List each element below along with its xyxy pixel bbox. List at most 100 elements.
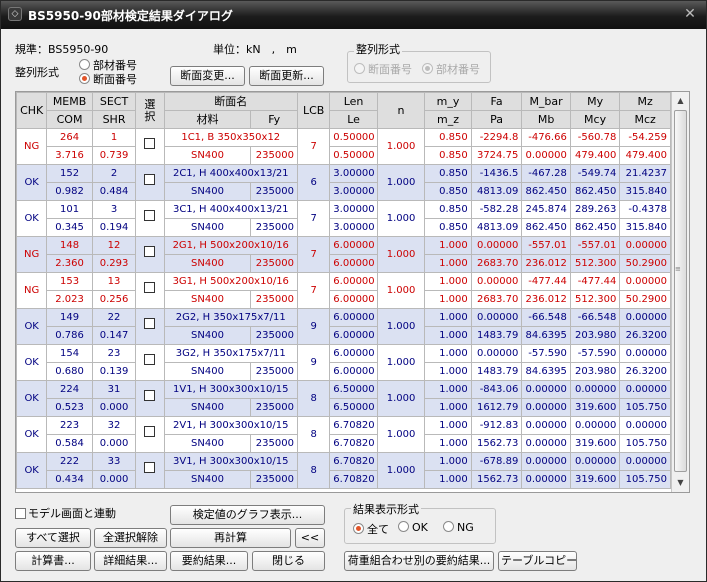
cell-com[interactable]: 3.716	[46, 146, 93, 165]
cell-sect[interactable]: 31	[91, 380, 137, 399]
cell-select[interactable]	[135, 272, 165, 309]
cell-le[interactable]: 6.70820	[329, 470, 378, 489]
link-model-checkbox[interactable]: モデル画面と連動	[15, 505, 116, 521]
cell-pa[interactable]: 2683.70	[470, 290, 523, 309]
cell-n[interactable]: 1.000	[376, 344, 426, 381]
cell-fy[interactable]: 235000	[250, 398, 298, 417]
cell-section[interactable]: 3G2, H 350x175x7/11	[163, 344, 298, 363]
header-section-name[interactable]: 断面名	[163, 92, 298, 111]
filter-ok-option[interactable]: OK	[398, 521, 428, 534]
cell-select[interactable]	[135, 128, 165, 165]
row-select-checkbox[interactable]	[144, 390, 156, 401]
cell-select[interactable]	[135, 380, 165, 417]
cell-section[interactable]: 3G1, H 500x200x10/16	[163, 272, 298, 291]
row-select-checkbox[interactable]	[144, 138, 156, 149]
cell-shr[interactable]: 0.739	[91, 146, 137, 165]
cell-m-y[interactable]: 1.000	[424, 236, 472, 255]
header-my[interactable]: My	[569, 92, 621, 111]
cell-section[interactable]: 3V1, H 300x300x10/15	[163, 452, 298, 471]
cell-lcb[interactable]: 7	[296, 272, 331, 309]
table-row[interactable]: OK 154 23 3G2, H 350x175x7/11 9 6.00000 1.000 1…	[16, 344, 671, 381]
cell-memb[interactable]: 101	[46, 200, 93, 219]
cell-chk[interactable]: OK	[16, 164, 48, 201]
cell-section[interactable]: 1V1, H 300x300x10/15	[163, 380, 298, 399]
cell-mcy[interactable]: 862.450	[569, 218, 621, 237]
header-mcz[interactable]: Mcz	[619, 110, 671, 129]
cell-lcb[interactable]: 7	[296, 200, 331, 237]
cell-shr[interactable]: 0.147	[91, 326, 137, 345]
row-select-checkbox[interactable]	[144, 354, 156, 365]
cell-mcy[interactable]: 203.980	[569, 362, 621, 381]
cell-m-y[interactable]: 1.000	[424, 380, 472, 399]
cell-m-z[interactable]: 0.850	[424, 146, 472, 165]
header-memb[interactable]: MEMB	[46, 92, 93, 111]
cell-fa[interactable]: -678.89	[470, 452, 523, 471]
cell-shr[interactable]: 0.484	[91, 182, 137, 201]
cell-lcb[interactable]: 8	[296, 380, 331, 417]
cell-mcy[interactable]: 512.300	[569, 254, 621, 273]
cell-my[interactable]: -549.74	[569, 164, 621, 183]
cell-len[interactable]: 3.00000	[329, 200, 378, 219]
cell-n[interactable]: 1.000	[376, 128, 426, 165]
cell-m-bar[interactable]: -66.548	[521, 308, 571, 327]
cell-n[interactable]: 1.000	[376, 416, 426, 453]
cell-my[interactable]: -557.01	[569, 236, 621, 255]
cell-memb[interactable]: 222	[46, 452, 93, 471]
cell-material[interactable]: SN400	[163, 326, 252, 345]
cell-len[interactable]: 6.50000	[329, 380, 378, 399]
cell-memb[interactable]: 153	[46, 272, 93, 291]
cell-n[interactable]: 1.000	[376, 272, 426, 309]
cell-mb[interactable]: 84.6395	[521, 326, 571, 345]
cell-fa[interactable]: -582.28	[470, 200, 523, 219]
cell-pa[interactable]: 1562.73	[470, 470, 523, 489]
cell-material[interactable]: SN400	[163, 218, 252, 237]
cell-mcz[interactable]: 26.3200	[619, 362, 671, 381]
cell-chk[interactable]: OK	[16, 344, 48, 381]
cell-select[interactable]	[135, 452, 165, 489]
cell-fy[interactable]: 235000	[250, 218, 298, 237]
cell-chk[interactable]: OK	[16, 416, 48, 453]
header-shr[interactable]: SHR	[91, 110, 137, 129]
cell-mcz[interactable]: 315.840	[619, 218, 671, 237]
cell-fy[interactable]: 235000	[250, 326, 298, 345]
table-row[interactable]: OK 222 33 3V1, H 300x300x10/15 8 6.70820 1.000…	[16, 452, 671, 489]
cell-fa[interactable]: -2294.8	[470, 128, 523, 147]
table-row-sub[interactable]: 0.680 0.139 SN400 235000 6.00000 1.000 1483.79…	[17, 362, 671, 381]
row-select-checkbox[interactable]	[144, 174, 156, 185]
cell-mz[interactable]: 0.00000	[619, 272, 671, 291]
cell-fa[interactable]: -1436.5	[470, 164, 523, 183]
cell-mz[interactable]: 0.00000	[619, 380, 671, 399]
header-mz[interactable]: Mz	[619, 92, 671, 111]
cell-sect[interactable]: 32	[91, 416, 137, 435]
cell-sect[interactable]: 33	[91, 452, 137, 471]
cell-len[interactable]: 6.00000	[329, 272, 378, 291]
cell-pa[interactable]: 4813.09	[470, 218, 523, 237]
cell-m-bar[interactable]: 0.00000	[521, 452, 571, 471]
cell-pa[interactable]: 2683.70	[470, 254, 523, 273]
table-row-sub[interactable]: 2.360 0.293 SN400 235000 6.00000 1.000 2683.70…	[17, 254, 671, 273]
row-select-checkbox[interactable]	[144, 210, 156, 221]
cell-m-z[interactable]: 1.000	[424, 434, 472, 453]
cell-shr[interactable]: 0.000	[91, 434, 137, 453]
header-lcb[interactable]: LCB	[296, 92, 331, 129]
scroll-down-icon[interactable]: ▼	[674, 476, 687, 490]
cell-chk[interactable]: OK	[16, 308, 48, 345]
cell-mcz[interactable]: 105.750	[619, 398, 671, 417]
cell-memb[interactable]: 224	[46, 380, 93, 399]
cell-mb[interactable]: 236.012	[521, 290, 571, 309]
sort-option-section[interactable]: 断面番号	[79, 71, 137, 87]
cell-len[interactable]: 0.50000	[329, 128, 378, 147]
cell-mz[interactable]: 21.4237	[619, 164, 671, 183]
table-row[interactable]: OK 149 22 2G2, H 350x175x7/11 9 6.00000 1.000 1…	[16, 308, 671, 345]
cell-chk[interactable]: OK	[16, 380, 48, 417]
dialog-menu-icon[interactable]: ◇	[8, 7, 22, 21]
cell-m-y[interactable]: 1.000	[424, 272, 472, 291]
cell-n[interactable]: 1.000	[376, 164, 426, 201]
cell-mb[interactable]: 0.00000	[521, 146, 571, 165]
cell-m-bar[interactable]: -57.590	[521, 344, 571, 363]
cell-mb[interactable]: 0.00000	[521, 434, 571, 453]
cell-m-z[interactable]: 1.000	[424, 326, 472, 345]
header-mcy[interactable]: Mcy	[569, 110, 621, 129]
cell-section[interactable]: 2V1, H 300x300x10/15	[163, 416, 298, 435]
cell-com[interactable]: 0.345	[46, 218, 93, 237]
